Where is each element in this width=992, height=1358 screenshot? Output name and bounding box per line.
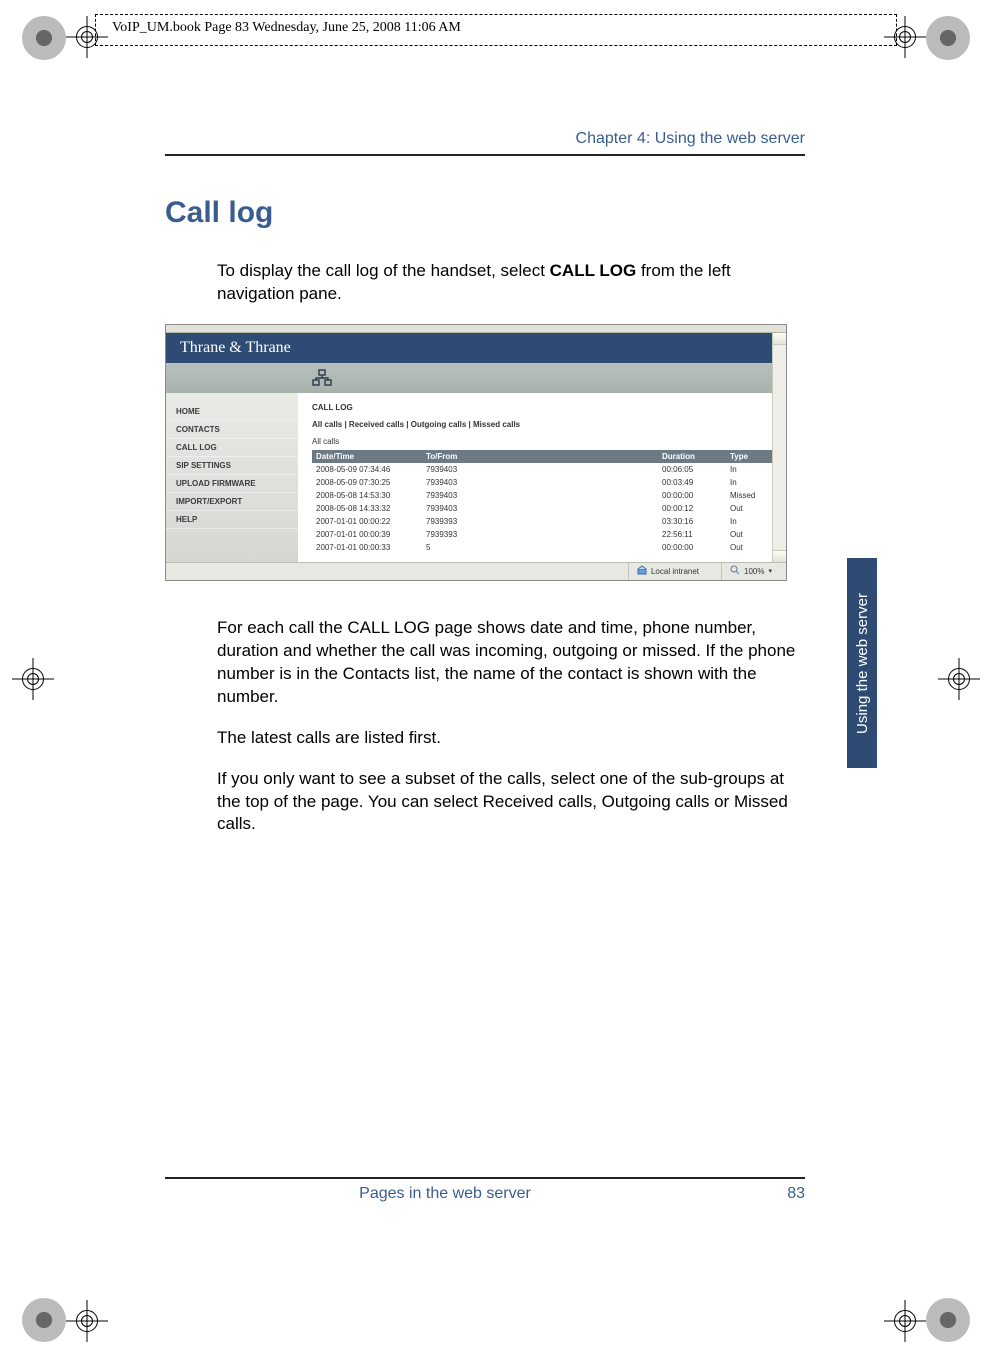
header-rule (165, 154, 805, 156)
screenshot: Thrane & Thrane HOME CONTACTS CALL LOG S… (165, 324, 787, 581)
table-row: 2007-01-01 00:00:33500:00:00Out (312, 541, 776, 554)
intro-bold: CALL LOG (550, 261, 637, 280)
cell-date: 2007-01-01 00:00:39 (312, 528, 422, 541)
cell-duration: 00:03:49 (658, 476, 726, 489)
cell-duration: 00:00:00 (658, 489, 726, 502)
print-mark-top-right (926, 16, 970, 60)
thumb-tab-label: Using the web server (854, 593, 871, 734)
status-zone: Local intranet (628, 563, 707, 580)
chapter-header: Chapter 4: Using the web server (165, 130, 805, 148)
scroll-down-button[interactable] (773, 550, 786, 562)
registration-mark-left (18, 664, 48, 694)
section-title: Call log (165, 196, 805, 230)
cell-tofrom: 7939393 (422, 515, 658, 528)
footer-section: Pages in the web server (165, 1185, 725, 1203)
print-mark-bottom-right (926, 1298, 970, 1342)
intro-paragraph: To display the call log of the handset, … (217, 260, 805, 306)
vertical-scrollbar[interactable] (772, 333, 786, 562)
cell-date: 2008-05-09 07:34:46 (312, 463, 422, 476)
screenshot-sidebar: HOME CONTACTS CALL LOG SIP SETTINGS UPLO… (166, 393, 298, 562)
zoom-icon (730, 565, 740, 577)
cell-type: In (726, 515, 776, 528)
footer-page-number: 83 (725, 1185, 805, 1203)
table-row: 2008-05-09 07:34:46793940300:06:05In (312, 463, 776, 476)
table-row: 2008-05-09 07:30:25793940300:03:49In (312, 476, 776, 489)
col-type[interactable]: Type (726, 450, 776, 463)
panel-filters[interactable]: All calls | Received calls | Outgoing ca… (312, 420, 776, 429)
status-zone-label: Local intranet (651, 567, 699, 576)
page-footer: Pages in the web server 83 (165, 1177, 805, 1203)
table-row: 2007-01-01 00:00:22793939303:30:16In (312, 515, 776, 528)
sidebar-item-import-export[interactable]: IMPORT/EXPORT (166, 493, 298, 511)
sidebar-item-call-log[interactable]: CALL LOG (166, 439, 298, 457)
cell-date: 2008-05-09 07:30:25 (312, 476, 422, 489)
cell-duration: 00:00:00 (658, 541, 726, 554)
sidebar-item-sip-settings[interactable]: SIP SETTINGS (166, 457, 298, 475)
screenshot-panel: CALL LOG All calls | Received calls | Ou… (298, 393, 786, 562)
running-head: VoIP_UM.book Page 83 Wednesday, June 25,… (112, 20, 461, 36)
print-mark-bottom-left (22, 1298, 66, 1342)
panel-current-view: All calls (312, 437, 776, 446)
registration-mark-bottom-right (890, 1306, 920, 1336)
cell-date: 2008-05-08 14:53:30 (312, 489, 422, 502)
screenshot-toolbar (166, 363, 786, 393)
network-icon (312, 369, 332, 387)
sidebar-item-home[interactable]: HOME (166, 403, 298, 421)
cell-type: Out (726, 502, 776, 515)
screenshot-brand: Thrane & Thrane (166, 333, 786, 363)
page-content: Chapter 4: Using the web server Call log… (165, 130, 805, 854)
cell-date: 2007-01-01 00:00:22 (312, 515, 422, 528)
cell-duration: 03:30:16 (658, 515, 726, 528)
status-zoom-label: 100% (744, 567, 764, 576)
thumb-tab: Using the web server (847, 558, 877, 768)
cell-type: Out (726, 528, 776, 541)
paragraph-2: For each call the CALL LOG page shows da… (217, 617, 805, 709)
cell-type: Out (726, 541, 776, 554)
cell-tofrom: 7939403 (422, 463, 658, 476)
paragraph-4: If you only want to see a subset of the … (217, 768, 805, 837)
sidebar-item-contacts[interactable]: CONTACTS (166, 421, 298, 439)
print-mark-top-left (22, 16, 66, 60)
cell-type: Missed (726, 489, 776, 502)
status-zoom[interactable]: 100% ▾ (721, 563, 780, 580)
cell-date: 2008-05-08 14:33:32 (312, 502, 422, 515)
screenshot-statusbar: Local intranet 100% ▾ (166, 562, 786, 580)
cell-type: In (726, 463, 776, 476)
cell-duration: 00:00:12 (658, 502, 726, 515)
cell-duration: 00:06:05 (658, 463, 726, 476)
registration-mark-bottom-left (72, 1306, 102, 1336)
cell-tofrom: 7939403 (422, 489, 658, 502)
registration-mark-top-right (890, 22, 920, 52)
table-row: 2008-05-08 14:53:30793940300:00:00Missed (312, 489, 776, 502)
screenshot-titlebar (166, 325, 786, 333)
registration-mark-top-left (72, 22, 102, 52)
call-log-table: Date/Time To/From Duration Type 2008-05-… (312, 450, 776, 554)
registration-mark-right (944, 664, 974, 694)
table-row: 2007-01-01 00:00:39793939322:56:11Out (312, 528, 776, 541)
cell-duration: 22:56:11 (658, 528, 726, 541)
paragraph-3: The latest calls are listed first. (217, 727, 805, 750)
table-header-row: Date/Time To/From Duration Type (312, 450, 776, 463)
footer-rule (165, 1177, 805, 1179)
sidebar-item-upload-firmware[interactable]: UPLOAD FIRMWARE (166, 475, 298, 493)
cell-date: 2007-01-01 00:00:33 (312, 541, 422, 554)
cell-tofrom: 7939393 (422, 528, 658, 541)
col-duration[interactable]: Duration (658, 450, 726, 463)
panel-title: CALL LOG (312, 403, 776, 412)
scroll-up-button[interactable] (773, 333, 786, 345)
col-date[interactable]: Date/Time (312, 450, 422, 463)
cell-tofrom: 7939403 (422, 502, 658, 515)
zoom-dropdown-icon: ▾ (768, 567, 772, 575)
cell-tofrom: 7939403 (422, 476, 658, 489)
col-tofrom[interactable]: To/From (422, 450, 658, 463)
sidebar-item-help[interactable]: HELP (166, 511, 298, 529)
cell-tofrom: 5 (422, 541, 658, 554)
cell-type: In (726, 476, 776, 489)
intro-text-before: To display the call log of the handset, … (217, 261, 550, 280)
table-row: 2008-05-08 14:33:32793940300:00:12Out (312, 502, 776, 515)
screenshot-main: HOME CONTACTS CALL LOG SIP SETTINGS UPLO… (166, 393, 786, 562)
intranet-icon (637, 565, 647, 577)
